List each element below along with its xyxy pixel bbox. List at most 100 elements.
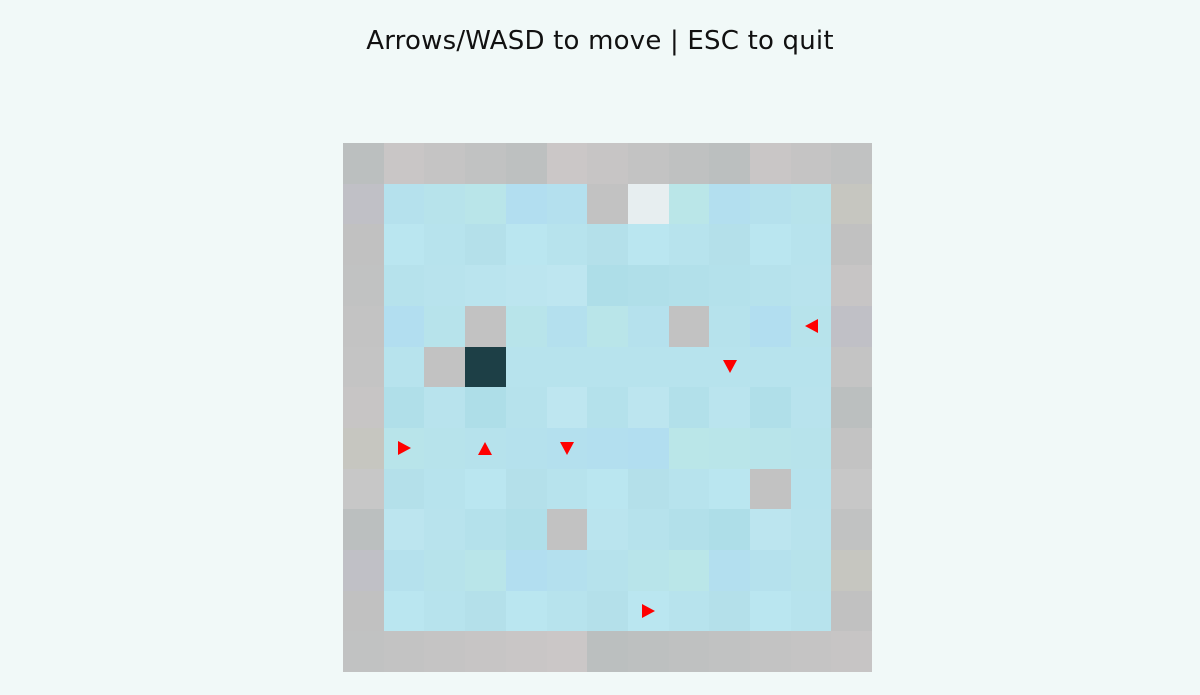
enemy-arrow-up-icon bbox=[478, 441, 493, 455]
ice-tile bbox=[668, 509, 710, 551]
wall-tile bbox=[505, 143, 547, 184]
ice-tile bbox=[790, 509, 832, 551]
ice-tile bbox=[424, 509, 466, 551]
ice-tile bbox=[505, 468, 547, 510]
ice-tile bbox=[709, 427, 751, 469]
wall-tile bbox=[383, 143, 425, 184]
rock-tile bbox=[424, 346, 466, 388]
wall-tile bbox=[831, 265, 873, 307]
game-board[interactable] bbox=[343, 143, 873, 673]
ice-tile bbox=[505, 305, 547, 347]
wall-tile bbox=[343, 427, 384, 469]
enemy-arrow-right-icon bbox=[397, 441, 411, 456]
ice-tile bbox=[546, 224, 588, 266]
ice-tile bbox=[465, 550, 507, 591]
instructions-text: Arrows/WASD to move | ESC to quit bbox=[366, 26, 834, 56]
ice-tile bbox=[668, 265, 710, 307]
ice-tile bbox=[505, 183, 547, 225]
ice-tile bbox=[546, 550, 588, 591]
ice-tile bbox=[790, 590, 832, 632]
wall-tile bbox=[750, 143, 791, 184]
player-tile bbox=[465, 346, 507, 388]
ice-tile bbox=[546, 305, 588, 347]
wall-tile bbox=[546, 143, 588, 184]
rock-tile bbox=[587, 183, 629, 225]
ice-tile bbox=[505, 387, 547, 429]
enemy-arrow-down-icon bbox=[722, 360, 737, 374]
ice-tile bbox=[627, 387, 669, 429]
ice-tile bbox=[465, 509, 507, 551]
ice-tile bbox=[790, 265, 832, 307]
ice-tile bbox=[383, 224, 425, 266]
ice-tile bbox=[546, 387, 588, 429]
ice-tile bbox=[465, 468, 507, 510]
ice-tile bbox=[709, 468, 751, 510]
ice-tile bbox=[424, 305, 466, 347]
ice-tile bbox=[546, 468, 588, 510]
wall-tile bbox=[668, 143, 710, 184]
ice-tile bbox=[383, 305, 425, 347]
rock-tile bbox=[750, 468, 791, 510]
wall-tile bbox=[343, 550, 384, 591]
ice-tile bbox=[587, 305, 629, 347]
ice-tile bbox=[587, 265, 629, 307]
ice-tile bbox=[546, 590, 588, 632]
ice-tile bbox=[465, 224, 507, 266]
wall-tile bbox=[831, 183, 873, 225]
ice-tile bbox=[505, 550, 547, 591]
wall-tile bbox=[831, 346, 873, 388]
wall-tile bbox=[831, 468, 873, 510]
wall-tile bbox=[627, 631, 669, 673]
wall-tile bbox=[831, 631, 873, 673]
ice-tile bbox=[750, 346, 791, 388]
ice-tile bbox=[587, 550, 629, 591]
wall-tile bbox=[343, 387, 384, 429]
ice-tile bbox=[750, 183, 791, 225]
wall-tile bbox=[343, 143, 384, 184]
ice-tile bbox=[668, 224, 710, 266]
ice-tile bbox=[587, 427, 629, 469]
ice-tile bbox=[709, 305, 751, 347]
ice-tile bbox=[709, 224, 751, 266]
ice-tile bbox=[790, 183, 832, 225]
ice-tile bbox=[505, 265, 547, 307]
ice-tile bbox=[505, 224, 547, 266]
ice-tile bbox=[750, 387, 791, 429]
wall-tile bbox=[709, 143, 751, 184]
goal-tile bbox=[627, 183, 669, 225]
ice-tile bbox=[383, 387, 425, 429]
wall-tile bbox=[343, 265, 384, 307]
ice-tile bbox=[546, 346, 588, 388]
wall-tile bbox=[831, 427, 873, 469]
wall-tile bbox=[750, 631, 791, 673]
ice-tile bbox=[587, 590, 629, 632]
ice-tile bbox=[750, 509, 791, 551]
wall-tile bbox=[831, 550, 873, 591]
ice-tile bbox=[709, 183, 751, 225]
ice-tile bbox=[465, 590, 507, 632]
ice-tile bbox=[709, 387, 751, 429]
ice-tile bbox=[668, 590, 710, 632]
ice-tile bbox=[709, 590, 751, 632]
ice-tile bbox=[424, 590, 466, 632]
wall-tile bbox=[465, 143, 507, 184]
ice-tile bbox=[424, 427, 466, 469]
enemy-arrow-down-icon bbox=[559, 441, 574, 455]
wall-tile bbox=[546, 631, 588, 673]
ice-tile bbox=[505, 509, 547, 551]
wall-tile bbox=[831, 305, 873, 347]
ice-tile bbox=[424, 550, 466, 591]
ice-tile bbox=[750, 550, 791, 591]
wall-tile bbox=[343, 305, 384, 347]
ice-tile bbox=[750, 224, 791, 266]
ice-tile bbox=[790, 550, 832, 591]
wall-tile bbox=[790, 143, 832, 184]
wall-tile bbox=[343, 468, 384, 510]
ice-tile bbox=[750, 590, 791, 632]
ice-tile bbox=[546, 265, 588, 307]
wall-tile bbox=[343, 224, 384, 266]
ice-tile bbox=[668, 427, 710, 469]
rock-tile bbox=[465, 305, 507, 347]
ice-tile bbox=[587, 346, 629, 388]
ice-tile bbox=[668, 346, 710, 388]
